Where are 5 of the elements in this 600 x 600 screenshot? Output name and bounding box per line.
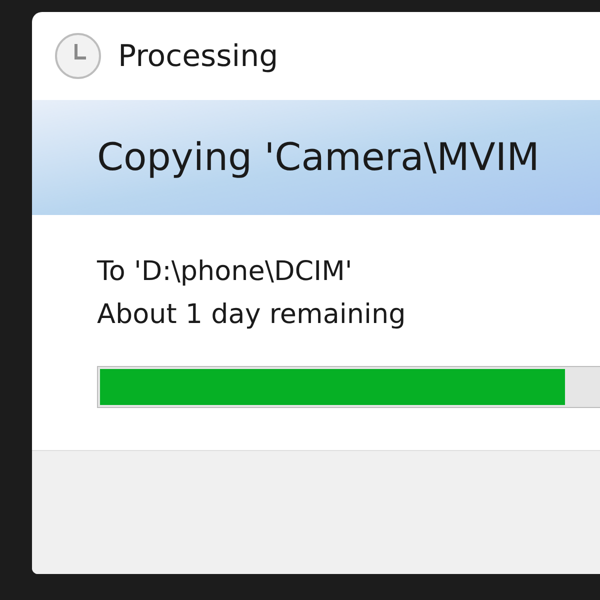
window-title: Processing — [118, 38, 278, 76]
clock-icon — [54, 32, 102, 80]
header-text: Copying 'Camera\MVIM — [97, 134, 540, 181]
detail-text: To 'D:\phone\DCIM' — [97, 255, 354, 289]
detail-text: About 1 day remaining — [97, 298, 407, 332]
